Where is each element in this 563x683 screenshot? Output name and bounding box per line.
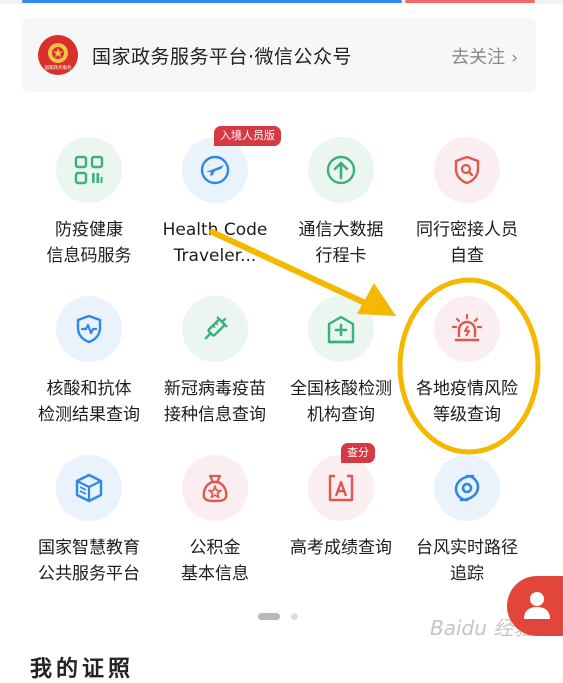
service-icon-bg [182, 296, 248, 362]
edge-red [405, 0, 535, 3]
person-icon [524, 592, 550, 619]
page-dot[interactable] [291, 613, 298, 620]
airplane-icon [200, 155, 230, 185]
service-label: 公积金 基本信息 [181, 538, 249, 584]
chevron-right-icon: › [511, 48, 518, 68]
service-label: 新冠病毒疫苗 接种信息查询 [164, 379, 266, 425]
qr-code-icon [74, 155, 104, 185]
service-label: Health Code Traveler... [162, 220, 268, 266]
service-icon-bg [56, 296, 122, 362]
page-dot-active[interactable] [258, 613, 280, 620]
service-label: 同行密接人员 自查 [416, 220, 518, 266]
shield-pulse-icon [76, 314, 102, 344]
service-icon-bg [434, 455, 500, 521]
edge-blue [22, 0, 402, 3]
score-badge: 查分 [341, 443, 375, 463]
follow-button[interactable]: 去关注 › [451, 43, 518, 69]
follow-label: 去关注 [451, 47, 506, 68]
service-label: 全国核酸检测 机构查询 [290, 379, 392, 425]
banner-title: 国家政务服务平台·微信公众号 [92, 46, 353, 68]
service-label: 高考成绩查询 [290, 538, 392, 558]
service-icon-bg [182, 137, 248, 203]
previous-banner-edge [0, 0, 563, 4]
syringe-icon [204, 316, 228, 340]
service-label: 通信大数据 行程卡 [298, 220, 384, 266]
service-icon-bg [434, 137, 500, 203]
next-section-title: 我的证照 [30, 657, 135, 682]
service-label: 防疫健康 信息码服务 [46, 220, 132, 266]
typhoon-icon [454, 474, 480, 502]
logo-text: 国家政务服务 [45, 64, 72, 71]
service-icon-bg [56, 137, 122, 203]
service-label: 各地疫情风险 等级查询 [416, 379, 518, 425]
service-icon-bg [56, 455, 122, 521]
grade-card-icon [328, 474, 354, 502]
national-emblem-logo: 国家政务服务 [38, 35, 78, 75]
hospital-icon [327, 315, 355, 344]
service-icon-bg [434, 296, 500, 362]
service-icon-bg [182, 455, 248, 521]
service-label: 核酸和抗体 检测结果查询 [38, 379, 140, 425]
shield-search-icon [454, 155, 480, 185]
book-cube-icon [75, 473, 103, 503]
customer-service-button[interactable] [507, 576, 563, 636]
service-label: 台风实时路径 追踪 [416, 538, 518, 584]
inbound-badge: 入境人员版 [214, 126, 281, 146]
service-icon-bg [308, 137, 374, 203]
service-label: 国家智慧教育 公共服务平台 [38, 538, 140, 584]
money-bag-icon [202, 474, 228, 503]
service-icon-bg [308, 296, 374, 362]
service-icon-bg [308, 455, 374, 521]
alarm-light-icon [451, 313, 483, 342]
arrow-up-circle-icon [326, 155, 356, 185]
official-account-banner[interactable]: 国家政务服务 国家政务服务平台·微信公众号 去关注 › [22, 18, 536, 92]
